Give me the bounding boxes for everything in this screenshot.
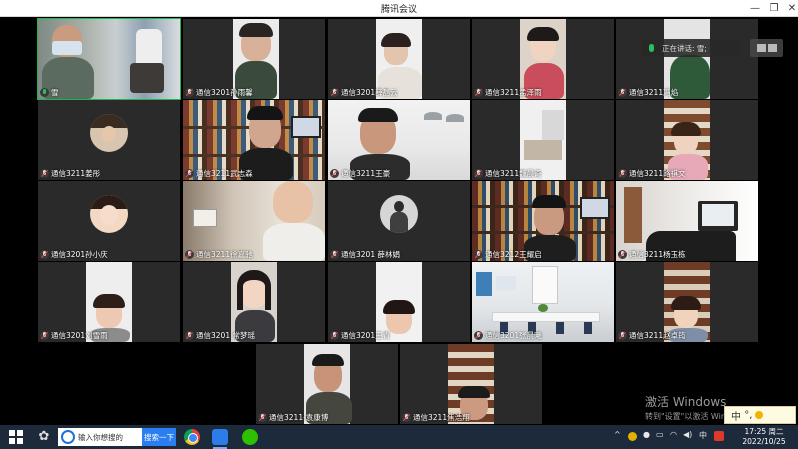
video-tile[interactable]: 通信3211-袁康博	[256, 344, 398, 424]
video-tile[interactable]: 通信3212王耀启	[472, 181, 614, 261]
avatar	[90, 195, 128, 233]
chevron-up-icon[interactable]: ^	[614, 430, 621, 439]
input-language[interactable]: 中	[699, 430, 707, 441]
participant-name: 通信3201孙雨馨	[185, 87, 253, 98]
participant-name: 通信3211王豪	[330, 168, 390, 179]
participant-name: 通信3211-袁康博	[258, 412, 328, 423]
video-tile[interactable]: 通信3201 常梦瑶	[183, 262, 325, 342]
video-tile[interactable]: 通信3211魏晨奇	[472, 100, 614, 180]
sogou-icon[interactable]	[714, 431, 724, 441]
participant-name: 雪	[40, 87, 59, 98]
participant-name: 通信3211赵卓筠	[618, 330, 686, 341]
wechat-icon[interactable]	[242, 429, 258, 445]
mic-muted-icon	[474, 331, 483, 340]
browser-e-icon	[61, 430, 75, 444]
participant-name: 通信3201 常梦瑶	[185, 330, 255, 341]
mic-muted-icon	[618, 250, 627, 259]
taskbar-search[interactable]: 输入你想搜的 搜索一下	[58, 428, 176, 446]
participant-name: 通信3201张晨曦	[474, 330, 542, 341]
video-tile[interactable]: 通信3211孟泽雨	[472, 19, 614, 99]
avatar	[90, 114, 128, 152]
title-bar: 腾讯会议 — ❐ ✕	[0, 0, 798, 17]
video-tile[interactable]: 通信3201孙雨馨	[183, 19, 325, 99]
wifi-icon[interactable]: ◠	[670, 430, 677, 439]
video-grid: 雪 通信3201孙雨馨 通信3201薛晶云 通信3211孟泽雨 通信3211冯焰…	[0, 17, 798, 425]
participant-name: 通信3211焦浩翔	[402, 412, 470, 423]
participant-name: 通信3211杨玉栋	[618, 249, 686, 260]
mic-muted-icon	[40, 169, 49, 178]
minimize-button[interactable]: —	[745, 0, 765, 17]
mic-muted-icon	[40, 250, 49, 259]
video-tile[interactable]: 通信3201张晨曦	[472, 262, 614, 342]
video-tile[interactable]: 雪	[37, 18, 181, 100]
participant-name: 通信3201孙小庆	[40, 249, 108, 260]
participant-name: 通信3211冯焰	[618, 87, 678, 98]
mic-icon	[649, 44, 654, 52]
video-tile[interactable]: 通信3201薛晶云	[328, 19, 470, 99]
avatar	[380, 195, 418, 233]
mic-on-icon	[40, 88, 49, 97]
mic-muted-icon	[618, 88, 627, 97]
video-tile[interactable]: 通信3201孙小庆	[38, 181, 180, 261]
video-tile[interactable]: 通信3211焦浩翔	[400, 344, 542, 424]
video-tile[interactable]: 通信3201刘雪雨	[38, 262, 180, 342]
volume-icon[interactable]: ◀)	[683, 430, 692, 439]
mic-muted-icon	[258, 413, 267, 422]
mic-muted-icon	[474, 169, 483, 178]
mic-muted-icon	[474, 88, 483, 97]
mic-muted-icon	[185, 88, 194, 97]
mic-muted-icon	[618, 331, 627, 340]
mic-muted-icon	[330, 331, 339, 340]
windows-start-icon[interactable]	[8, 429, 24, 445]
video-tile[interactable]: 通信3211武志森	[183, 100, 325, 180]
taskbar: ✿ 输入你想搜的 搜索一下 ^ ● ▭ ◠ ◀) 中 17:25 周二 2022…	[0, 425, 798, 449]
layout-toggle-button[interactable]	[750, 39, 783, 57]
mic-muted-icon	[185, 169, 194, 178]
participant-name: 通信3211姜彤	[40, 168, 100, 179]
participant-name: 通信3201刘雪雨	[40, 330, 108, 341]
maximize-button[interactable]: ❐	[764, 0, 784, 17]
window-title: 腾讯会议	[380, 5, 417, 15]
mic-muted-icon	[474, 250, 483, 259]
video-tile[interactable]: 通信3211杨玉栋	[616, 181, 758, 261]
video-tile[interactable]: 通信3211徐嘉驰	[183, 181, 325, 261]
search-button[interactable]: 搜索一下	[142, 428, 176, 446]
mic-muted-icon	[40, 331, 49, 340]
video-tile[interactable]: 通信3211路祺文	[616, 100, 758, 180]
participant-name: 通信3212王耀启	[474, 249, 542, 260]
video-tile[interactable]: 通信3201王青	[328, 262, 470, 342]
participant-name: 通信3201王青	[330, 330, 390, 341]
tencent-meeting-icon[interactable]	[212, 429, 228, 445]
mic-muted-icon	[185, 250, 194, 259]
mic-muted-icon	[402, 413, 411, 422]
mic-muted-icon	[185, 331, 194, 340]
video-tile[interactable]: 通信3201 薛林娟	[328, 181, 470, 261]
participant-name: 通信3211武志森	[185, 168, 253, 179]
participant-name: 通信3211路祺文	[618, 168, 686, 179]
video-tile[interactable]: 通信3211王豪	[328, 100, 470, 180]
mic-tray-icon[interactable]: ●	[643, 430, 650, 439]
video-tile[interactable]: 通信3211姜彤	[38, 100, 180, 180]
app-tray-icon[interactable]	[628, 432, 637, 441]
moon-icon	[755, 411, 764, 419]
mic-muted-icon	[330, 169, 339, 178]
participant-name: 通信3211孟泽雨	[474, 87, 542, 98]
participant-name: 通信3211徐嘉驰	[185, 249, 253, 260]
speaking-indicator: 正在讲话: 雪;	[642, 39, 740, 57]
mic-muted-icon	[618, 169, 627, 178]
participant-name: 通信3211魏晨奇	[474, 168, 542, 179]
close-button[interactable]: ✕	[782, 0, 798, 17]
system-clock[interactable]: 17:25 周二 2022/10/25	[738, 427, 790, 447]
mic-muted-icon	[330, 88, 339, 97]
battery-icon[interactable]: ▭	[656, 430, 664, 439]
participant-name: 通信3201 薛林娟	[330, 249, 400, 260]
participant-name: 通信3201薛晶云	[330, 87, 398, 98]
search-input[interactable]: 输入你想搜的	[78, 432, 142, 443]
video-tile[interactable]: 通信3211冯焰	[616, 19, 758, 99]
widgets-icon[interactable]: ✿	[36, 429, 52, 445]
mic-muted-icon	[330, 250, 339, 259]
video-tile[interactable]: 通信3211赵卓筠	[616, 262, 758, 342]
chrome-icon[interactable]	[184, 429, 200, 445]
ime-toolbar[interactable]: 中 °,	[724, 406, 796, 424]
